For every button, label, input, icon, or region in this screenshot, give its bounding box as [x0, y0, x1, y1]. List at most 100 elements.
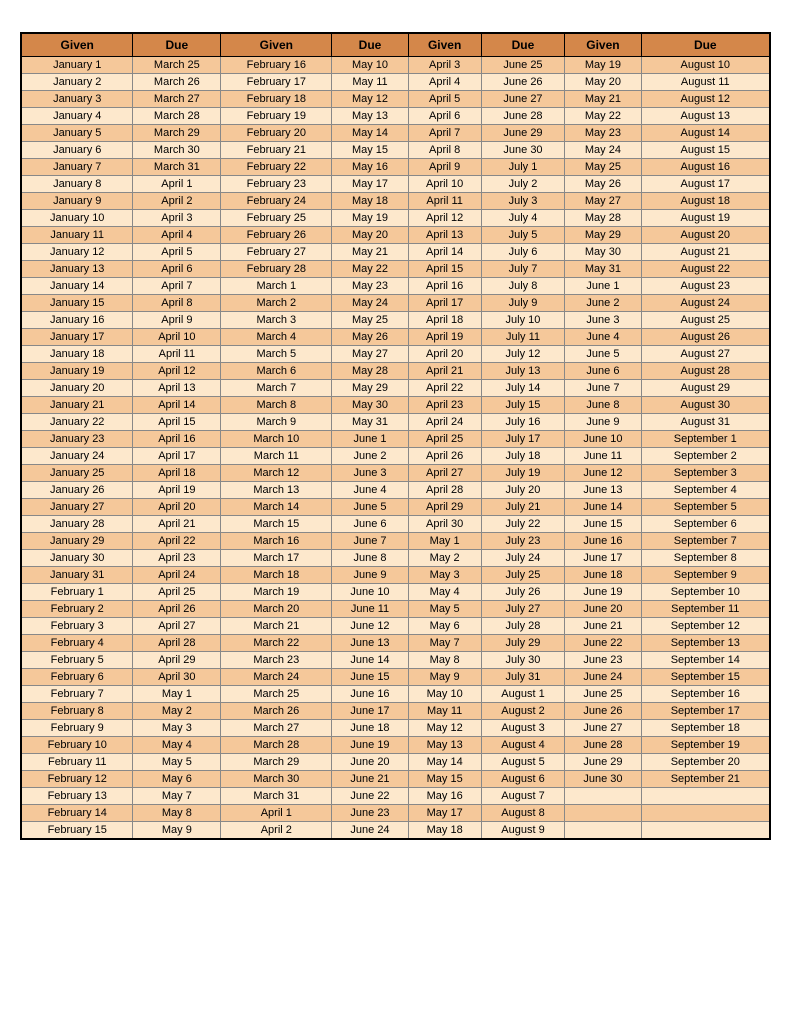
given-cell: March 23 [221, 652, 332, 669]
due-cell: May 27 [332, 346, 408, 363]
due-cell: July 22 [481, 516, 565, 533]
due-cell: April 26 [133, 601, 221, 618]
due-cell: May 29 [332, 380, 408, 397]
given-cell: February 2 [21, 601, 133, 618]
due-cell: April 1 [133, 176, 221, 193]
given-cell: June 2 [565, 295, 641, 312]
due-cell: September 19 [641, 737, 770, 754]
due-cell: May 13 [332, 108, 408, 125]
given-cell: February 11 [21, 754, 133, 771]
due-cell: August 25 [641, 312, 770, 329]
given-cell: January 19 [21, 363, 133, 380]
due-cell: May 31 [332, 414, 408, 431]
due-cell: July 29 [481, 635, 565, 652]
given-cell: May 19 [565, 57, 641, 74]
due-cell: September 6 [641, 516, 770, 533]
due-cell: May 10 [332, 57, 408, 74]
due-cell: April 28 [133, 635, 221, 652]
given-cell: April 19 [408, 329, 481, 346]
due-cell [641, 788, 770, 805]
due-cell: May 28 [332, 363, 408, 380]
given-cell: April 23 [408, 397, 481, 414]
due-cell: August 7 [481, 788, 565, 805]
due-cell: August 24 [641, 295, 770, 312]
due-cell: July 14 [481, 380, 565, 397]
due-cell: August 17 [641, 176, 770, 193]
due-cell: May 15 [332, 142, 408, 159]
table-row: February 14May 8April 1June 23May 17Augu… [21, 805, 770, 822]
given-cell: May 28 [565, 210, 641, 227]
due-cell: May 14 [332, 125, 408, 142]
due-cell: August 19 [641, 210, 770, 227]
given-cell: April 18 [408, 312, 481, 329]
given-cell: January 25 [21, 465, 133, 482]
due-cell: June 15 [332, 669, 408, 686]
given-cell: March 27 [221, 720, 332, 737]
due-cell: May 24 [332, 295, 408, 312]
table-row: January 27April 20March 14June 5April 29… [21, 499, 770, 516]
table-row: January 25April 18March 12June 3April 27… [21, 465, 770, 482]
given-cell: January 4 [21, 108, 133, 125]
given-cell: January 10 [21, 210, 133, 227]
given-cell: May 18 [408, 822, 481, 840]
due-cell: April 9 [133, 312, 221, 329]
due-cell: June 20 [332, 754, 408, 771]
due-cell: April 20 [133, 499, 221, 516]
given-cell: April 2 [221, 822, 332, 840]
due-cell: September 20 [641, 754, 770, 771]
due-cell: June 5 [332, 499, 408, 516]
given-cell: January 22 [21, 414, 133, 431]
given-cell: May 20 [565, 74, 641, 91]
given-cell: February 19 [221, 108, 332, 125]
given-cell: January 30 [21, 550, 133, 567]
table-row: February 7May 1March 25June 16May 10Augu… [21, 686, 770, 703]
table-row: January 13April 6February 28May 22April … [21, 261, 770, 278]
table-row: January 20April 13March 7May 29April 22J… [21, 380, 770, 397]
given-cell: April 10 [408, 176, 481, 193]
due-cell: August 23 [641, 278, 770, 295]
given-cell: April 29 [408, 499, 481, 516]
given-cell: January 3 [21, 91, 133, 108]
given-cell: April 5 [408, 91, 481, 108]
given-cell: January 15 [21, 295, 133, 312]
given-cell: March 25 [221, 686, 332, 703]
given-cell: June 29 [565, 754, 641, 771]
given-cell: March 21 [221, 618, 332, 635]
given-cell: February 25 [221, 210, 332, 227]
given-cell: April 28 [408, 482, 481, 499]
given-cell: June 9 [565, 414, 641, 431]
due-cell: August 27 [641, 346, 770, 363]
table-row: January 30April 23March 17June 8May 2Jul… [21, 550, 770, 567]
due-cell: March 26 [133, 74, 221, 91]
given-cell: January 16 [21, 312, 133, 329]
given-cell: June 3 [565, 312, 641, 329]
given-cell: May 5 [408, 601, 481, 618]
due-cell: September 4 [641, 482, 770, 499]
due-cell: April 21 [133, 516, 221, 533]
given-cell: June 6 [565, 363, 641, 380]
table-row: February 12May 6March 30June 21May 15Aug… [21, 771, 770, 788]
given-cell: June 19 [565, 584, 641, 601]
given-cell: June 1 [565, 278, 641, 295]
column-header-given: Given [221, 33, 332, 57]
table-row: January 12April 5February 27May 21April … [21, 244, 770, 261]
table-row: January 16April 9March 3May 25April 18Ju… [21, 312, 770, 329]
given-cell: May 17 [408, 805, 481, 822]
due-cell: September 11 [641, 601, 770, 618]
given-cell: February 6 [21, 669, 133, 686]
table-row: February 13May 7March 31June 22May 16Aug… [21, 788, 770, 805]
due-cell: April 18 [133, 465, 221, 482]
given-cell: June 10 [565, 431, 641, 448]
table-row: January 22April 15March 9May 31April 24J… [21, 414, 770, 431]
given-cell: June 14 [565, 499, 641, 516]
table-row: January 10April 3February 25May 19April … [21, 210, 770, 227]
table-row: February 4April 28March 22June 13May 7Ju… [21, 635, 770, 652]
due-cell: April 10 [133, 329, 221, 346]
column-header-due: Due [641, 33, 770, 57]
given-cell: May 24 [565, 142, 641, 159]
given-cell: June 18 [565, 567, 641, 584]
calendar-table: GivenDueGivenDueGivenDueGivenDue January… [20, 32, 771, 840]
due-cell: April 3 [133, 210, 221, 227]
table-row: February 15May 9April 2June 24May 18Augu… [21, 822, 770, 840]
due-cell: July 5 [481, 227, 565, 244]
